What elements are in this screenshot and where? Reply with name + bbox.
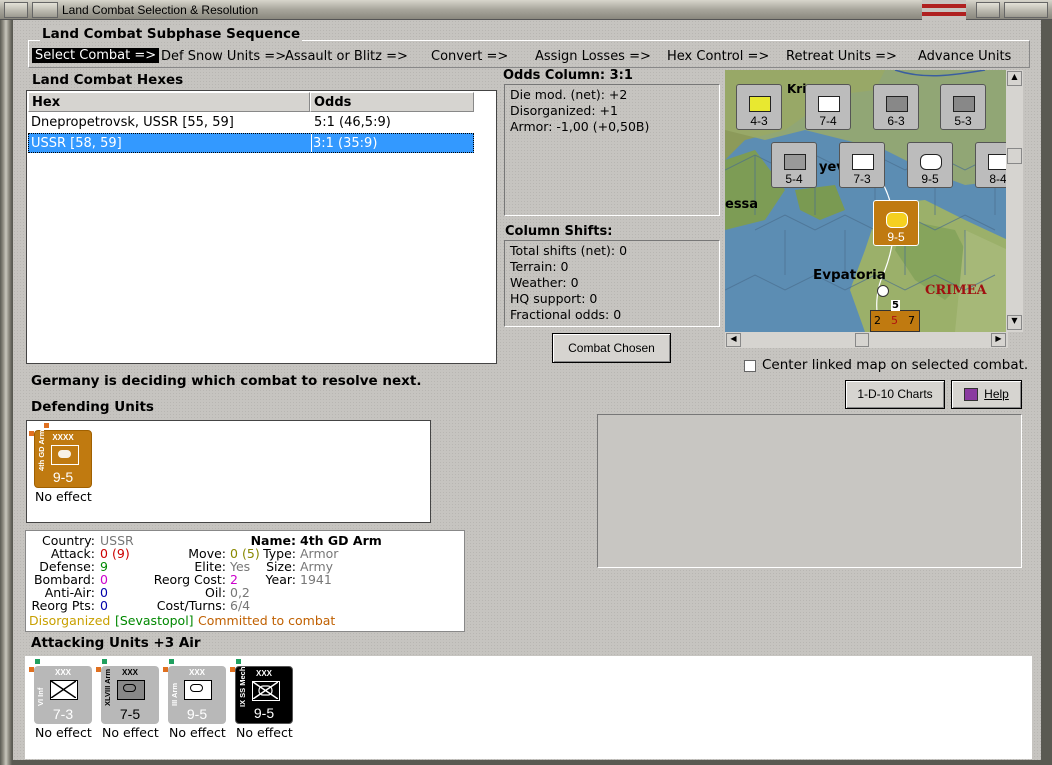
- map-counter[interactable]: 6-3: [873, 84, 919, 130]
- center-map-label: Center linked map on selected combat.: [762, 357, 1029, 373]
- map-counter[interactable]: 9-5: [907, 142, 953, 188]
- shift-fractional: Fractional odds: 0: [510, 307, 622, 322]
- attacking-unit-counter[interactable]: XXX III Arm 9-5: [168, 666, 226, 724]
- title-bar: Land Combat Selection & Resolution: [0, 0, 1052, 20]
- attacking-unit-counter[interactable]: XXX IX SS Mech 9-5: [235, 666, 293, 724]
- status-committed: Committed to combat: [198, 613, 336, 628]
- step-retreat: Retreat Units =>: [786, 49, 897, 64]
- help-button[interactable]: Help: [951, 380, 1022, 409]
- subphase-heading: Land Combat Subphase Sequence: [40, 26, 303, 42]
- table-row-selected[interactable]: USSR [58, 59] 3:1 (35:9): [28, 133, 474, 153]
- table-row[interactable]: Dnepropetrovsk, USSR [55, 59] 5:1 (46,5:…: [28, 113, 474, 133]
- map-stack[interactable]: 2 5 7: [870, 310, 920, 332]
- attacking-heading: Attacking Units +3 Air: [31, 635, 201, 651]
- shift-total: Total shifts (net): 0: [510, 243, 628, 258]
- odds-line-armor: Armor: -1,00 (+0,50B): [510, 119, 650, 134]
- map-counter[interactable]: 7-3: [839, 142, 885, 188]
- detail-costturns: 6/4: [230, 598, 251, 613]
- attacking-unit-result: No effect: [236, 725, 293, 740]
- attacking-unit-result: No effect: [169, 725, 226, 740]
- attacking-unit-result: No effect: [35, 725, 92, 740]
- help-book-icon: [964, 388, 978, 401]
- scroll-down-icon[interactable]: ▼: [1007, 315, 1022, 330]
- close-icon[interactable]: [1004, 2, 1048, 18]
- map-label-evpatoria: Evpatoria: [813, 267, 886, 283]
- mech-symbol-icon: [252, 681, 280, 701]
- german-flag-icon: [922, 0, 966, 20]
- odds-line-die-mod: Die mod. (net): +2: [510, 87, 628, 102]
- map-counter[interactable]: 8-4: [975, 142, 1008, 188]
- map-counter[interactable]: 4-3: [736, 84, 782, 130]
- map-label-crimea: CRIMEA: [925, 283, 987, 298]
- step-assign-losses: Assign Losses =>: [535, 49, 651, 64]
- scroll-left-icon[interactable]: ◀: [726, 333, 741, 347]
- scroll-thumb-h[interactable]: [855, 333, 869, 347]
- status-location: [Sevastopol]: [115, 613, 194, 628]
- maximize-icon[interactable]: [976, 2, 1000, 18]
- odds-line-disorganized: Disorganized: +1: [510, 103, 618, 118]
- defending-heading: Defending Units: [31, 399, 154, 415]
- attacking-unit-counter[interactable]: XXX VI Inf 7-3: [34, 666, 92, 724]
- map-label-odessa: essa: [725, 197, 759, 212]
- status-disorganized: Disorganized: [29, 613, 111, 628]
- map-counter[interactable]: 5-3: [940, 84, 986, 130]
- detail-reorgpts: 0: [100, 598, 108, 613]
- armor-symbol-icon: [117, 680, 145, 700]
- combat-chosen-button[interactable]: Combat Chosen: [552, 333, 671, 363]
- step-hex-control: Hex Control =>: [667, 49, 770, 64]
- attacking-unit-counter[interactable]: XXX XLVIII Arm 7-5: [101, 666, 159, 724]
- map-horizontal-scrollbar[interactable]: ◀ ▶: [725, 332, 1008, 348]
- minimize-icon[interactable]: [32, 2, 58, 18]
- map-stack-top: 5: [891, 300, 900, 311]
- linked-map[interactable]: essa Evpatoria CRIMEA Kri yev 4-3 7-4 6-…: [725, 70, 1008, 332]
- map-label-kri: Kri: [787, 82, 807, 96]
- shift-hq: HQ support: 0: [510, 291, 598, 306]
- map-city-icon: [877, 285, 889, 297]
- step-assault: Assault or Blitz =>: [285, 49, 408, 64]
- scroll-right-icon[interactable]: ▶: [991, 333, 1006, 347]
- step-advance: Advance Units: [918, 49, 1012, 64]
- map-counter[interactable]: 7-4: [805, 84, 851, 130]
- step-def-snow: Def Snow Units =>: [161, 49, 287, 64]
- detail-year: 1941: [300, 572, 332, 587]
- hexes-heading: Land Combat Hexes: [32, 72, 184, 88]
- armor-symbol-icon: [184, 680, 212, 700]
- defending-unit-result: No effect: [35, 489, 92, 504]
- map-counter[interactable]: 5-4: [771, 142, 817, 188]
- charts-button[interactable]: 1-D-10 Charts: [845, 380, 945, 409]
- shifts-heading: Column Shifts:: [505, 224, 613, 239]
- status-message: Germany is deciding which combat to reso…: [31, 373, 422, 389]
- shift-weather: Weather: 0: [510, 275, 579, 290]
- window-menu-icon[interactable]: [4, 2, 28, 18]
- scroll-up-icon[interactable]: ▲: [1007, 71, 1022, 86]
- shift-terrain: Terrain: 0: [510, 259, 569, 274]
- column-header-hex[interactable]: Hex: [28, 92, 310, 112]
- center-map-checkbox[interactable]: [744, 360, 756, 372]
- infantry-symbol-icon: [50, 680, 78, 700]
- window-title: Land Combat Selection & Resolution: [62, 3, 259, 17]
- combat-info-panel: [597, 414, 1022, 568]
- odds-heading: Odds Column: 3:1: [503, 68, 633, 83]
- map-vertical-scrollbar[interactable]: ▲ ▼: [1006, 70, 1023, 332]
- attacking-unit-result: No effect: [102, 725, 159, 740]
- armor-symbol-icon: [51, 445, 79, 465]
- defending-unit-counter[interactable]: XXXX 4th GD Arm 9-5: [34, 430, 92, 488]
- scroll-thumb[interactable]: [1007, 148, 1022, 164]
- column-header-odds[interactable]: Odds: [310, 92, 474, 112]
- map-counter-defender[interactable]: 9-5: [873, 200, 919, 246]
- step-convert: Convert =>: [431, 49, 509, 64]
- step-select-combat: Select Combat =>: [32, 48, 160, 63]
